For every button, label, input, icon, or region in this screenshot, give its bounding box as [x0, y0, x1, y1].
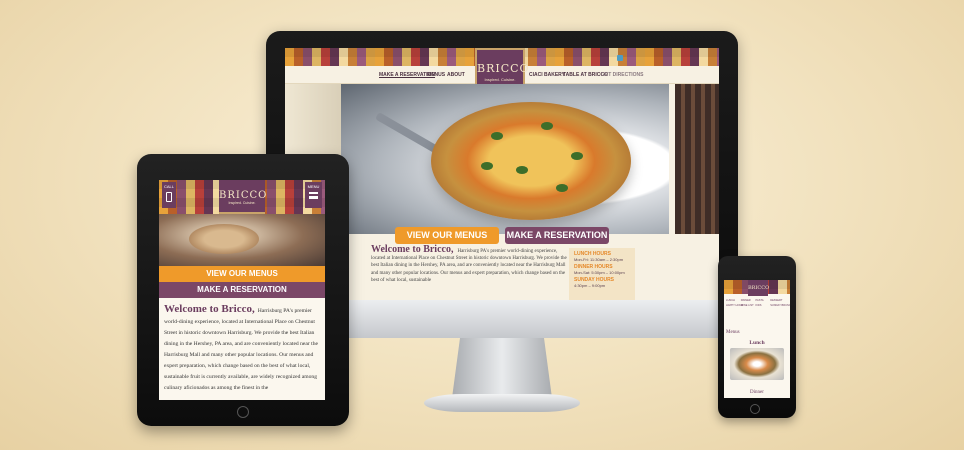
nav-happy-hour[interactable]: HAPPY HOUR	[726, 304, 743, 307]
nav-ciaci-bakery[interactable]: CIACI BAKERY	[529, 72, 565, 78]
dinner-hours-time: Mon-Sat: 5:30pm – 10:00pm	[574, 270, 625, 275]
lunch-hours-time: Mon-Fri: 11:30am – 2:30pm	[574, 257, 624, 262]
lunch-dish-photo	[730, 348, 784, 380]
nav-dessert[interactable]: DESSERT	[770, 299, 784, 302]
sunday-hours-time: 4:30pm – 9:00pm	[574, 283, 606, 288]
bricco-logo[interactable]: BRICCO Inspired. Cuisine.	[219, 180, 268, 214]
welcome-body: Harrisburg PA's premier world-dining exp…	[164, 308, 318, 391]
hamburger-icon	[309, 192, 318, 199]
welcome-title: Welcome to Bricco,	[371, 244, 454, 255]
menu-label: MENU	[307, 184, 320, 189]
basil-leaf	[541, 122, 553, 130]
lunch-heading: Lunch	[749, 340, 765, 346]
welcome-text: Welcome to Bricco, Harrisburg PA's premie…	[164, 304, 322, 400]
logo-tagline: Inspired. Cuisine.	[484, 77, 516, 82]
menus-heading: Menus	[726, 330, 740, 335]
make-reservation-button[interactable]: MAKE A RESERVATION	[159, 282, 325, 298]
phone-site: BRICCO LUNCH DINNER PASTA DESSERT HAPPY …	[724, 280, 790, 398]
welcome-title: Welcome to Bricco,	[164, 303, 255, 315]
bricco-logo[interactable]: BRICCO	[748, 280, 769, 296]
nav-about[interactable]: ABOUT	[447, 72, 465, 78]
tablet-site: CALL BRICCO Inspired. Cuisine. MENU VIEW…	[159, 180, 325, 400]
view-menus-button[interactable]: VIEW OUR MENUS	[395, 227, 499, 244]
hero-pizza-photo	[341, 84, 669, 234]
welcome-text: Welcome to Bricco, Harrisburg PA's premie…	[371, 244, 571, 300]
dinner-heading: Dinner	[750, 390, 764, 395]
imac-base	[424, 394, 580, 412]
view-menus-button[interactable]: VIEW OUR MENUS	[159, 266, 325, 282]
logo-wordmark: BRICCO	[477, 62, 530, 75]
menu-toggle-button[interactable]: MENU	[305, 182, 322, 208]
nav-menus[interactable]: MENUS	[427, 72, 445, 78]
pizza-shape	[431, 102, 631, 220]
hero-right-panel	[675, 84, 719, 234]
basil-leaf	[571, 152, 583, 160]
facebook-icon[interactable]	[617, 55, 623, 61]
nav-dinner[interactable]: DINNER	[741, 299, 755, 302]
nav-sunday-brunch[interactable]: SUNDAY BRUNCH	[770, 304, 790, 307]
social-links	[616, 48, 630, 115]
nav-wine-list[interactable]: WINE LIST	[741, 304, 755, 307]
ipad-home-button[interactable]	[237, 406, 249, 418]
basil-leaf	[491, 132, 503, 140]
desktop-site: MAKE A RESERVATION MENUS ABOUT CIACI BAK…	[285, 48, 719, 300]
phone-menu-nav: LUNCH DINNER PASTA DESSERT HAPPY HOUR WI…	[726, 298, 790, 324]
nav-lunch[interactable]: LUNCH	[726, 299, 740, 302]
logo-tagline: Inspired. Cuisine.	[228, 201, 256, 205]
basil-leaf	[481, 162, 493, 170]
nav-kids[interactable]: KIDS	[755, 304, 769, 307]
call-button[interactable]: CALL	[162, 182, 176, 208]
bread-shape	[189, 224, 259, 254]
make-reservation-button[interactable]: MAKE A RESERVATION	[505, 227, 609, 244]
basil-leaf	[516, 166, 528, 174]
imac-stand	[452, 338, 552, 398]
hours-box: LUNCH HOURS Mon-Fri: 11:30am – 2:30pm DI…	[569, 248, 635, 300]
basil-leaf	[556, 184, 568, 192]
logo-wordmark: BRICCO	[219, 190, 268, 201]
iphone-home-button[interactable]	[750, 404, 760, 414]
nav-pasta[interactable]: PASTA	[755, 299, 769, 302]
nav-get-directions[interactable]: GET DIRECTIONS	[601, 72, 644, 78]
phone-icon	[166, 192, 172, 202]
call-label: CALL	[163, 184, 174, 189]
